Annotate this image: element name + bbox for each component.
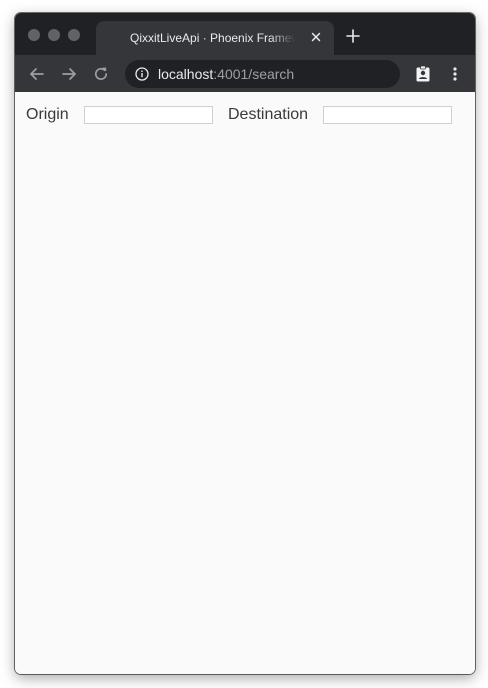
reload-icon[interactable] bbox=[92, 65, 110, 83]
plus-icon[interactable] bbox=[345, 28, 361, 44]
browser-tab[interactable]: QixxitLiveApi · Phoenix Framework bbox=[96, 21, 334, 55]
arrow-left-icon[interactable] bbox=[28, 65, 46, 83]
profile-badge-icon[interactable] bbox=[414, 65, 432, 83]
url-path: :4001/search bbox=[213, 66, 295, 82]
close-window-button[interactable] bbox=[28, 29, 40, 41]
minimize-window-button[interactable] bbox=[48, 29, 60, 41]
info-icon[interactable] bbox=[135, 67, 149, 81]
destination-label: Destination bbox=[228, 106, 309, 123]
kebab-menu-icon[interactable] bbox=[446, 65, 464, 83]
browser-toolbar: localhost:4001/search bbox=[15, 55, 475, 92]
arrow-right-icon[interactable] bbox=[60, 65, 78, 83]
origin-input[interactable] bbox=[84, 106, 213, 124]
maximize-window-button[interactable] bbox=[68, 29, 80, 41]
url-host: localhost bbox=[158, 66, 214, 82]
address-bar[interactable]: localhost:4001/search bbox=[125, 60, 400, 88]
page-content: Origin Destination bbox=[15, 92, 475, 674]
tab-title: QixxitLiveApi · Phoenix Framework bbox=[130, 31, 295, 45]
destination-input[interactable] bbox=[323, 106, 452, 124]
close-icon[interactable] bbox=[308, 29, 324, 45]
origin-label: Origin bbox=[26, 106, 69, 123]
browser-window: QixxitLiveApi · Phoenix Framework bbox=[15, 13, 475, 674]
url-text: localhost:4001/search bbox=[158, 66, 294, 82]
tab-strip: QixxitLiveApi · Phoenix Framework bbox=[15, 13, 475, 55]
